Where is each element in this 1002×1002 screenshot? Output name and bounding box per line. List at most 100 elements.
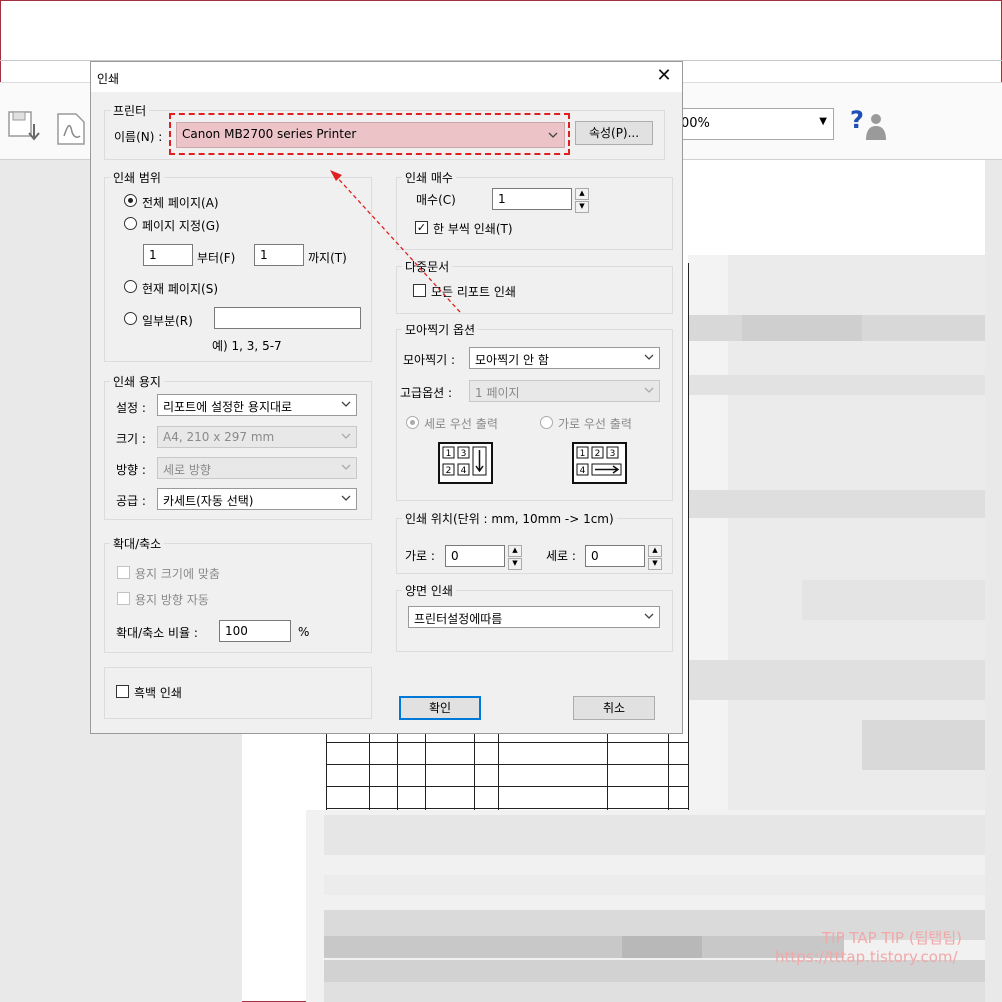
watermark-title: TIP TAP TIP (팁탭팁) — [822, 929, 962, 947]
close-icon[interactable]: ✕ — [653, 65, 675, 87]
cancel-button[interactable]: 취소 — [573, 696, 655, 720]
copies-spinner[interactable]: ▲ ▼ — [575, 188, 589, 213]
annotation-arrow — [330, 170, 461, 313]
advanced-value: 1 페이지 — [475, 386, 520, 400]
advanced-select: 1 페이지 — [469, 380, 660, 402]
mono-label: 흑백 인쇄 — [134, 686, 182, 700]
fit-paper-label: 용지 크기에 맞춤 — [135, 567, 220, 581]
orientation-label: 방향 : — [116, 463, 146, 477]
from-page-value: 1 — [149, 248, 157, 262]
scale-group-label: 확대/축소 — [110, 535, 165, 552]
auto-orient-checkbox[interactable] — [117, 592, 130, 605]
save-icon[interactable] — [8, 110, 40, 144]
nup-select[interactable]: 모아찍기 안 함 — [469, 347, 660, 369]
position-v-value: 0 — [591, 549, 599, 563]
help-glyph: ? — [850, 106, 864, 134]
horizontal-first-layout-icon: 1 2 3 4 — [572, 442, 627, 484]
vertical-first-label: 세로 우선 출력 — [424, 417, 498, 431]
horizontal-first-label: 가로 우선 출력 — [558, 417, 632, 431]
range-example: 예) 1, 3, 5-7 — [212, 339, 282, 353]
scale-ratio-value: 100 — [225, 624, 248, 638]
scale-ratio-unit: % — [298, 625, 310, 639]
position-h-value: 0 — [451, 549, 459, 563]
page-range-label: 페이지 지정(G) — [142, 219, 220, 233]
dialog-title-bar[interactable]: 인쇄 ✕ — [91, 62, 682, 92]
zoom-select[interactable]: 00% ▼ — [676, 108, 834, 140]
paper-setting-select[interactable]: 리포트에 설정한 용지대로 — [157, 394, 357, 416]
all-pages-radio[interactable] — [124, 194, 137, 207]
nup-label: 모아찍기 : — [403, 353, 456, 367]
advanced-label: 고급옵션 : — [400, 386, 453, 400]
paper-size-value: A4, 210 x 297 mm — [163, 430, 275, 444]
partial-label: 일부분(R) — [142, 314, 193, 328]
paper-source-label: 공급 : — [116, 494, 146, 508]
position-group-label: 인쇄 위치(단위 : mm, 10mm -> 1cm) — [402, 510, 617, 527]
scale-ratio-label: 확대/축소 비율 : — [116, 626, 198, 640]
zoom-value: 00% — [681, 116, 710, 131]
copies-count-input[interactable]: 1 — [492, 188, 572, 210]
svg-text:2: 2 — [446, 466, 452, 476]
vertical-first-layout-icon: 1 3 2 4 — [438, 442, 493, 484]
paper-source-value: 카세트(자동 선택) — [163, 494, 254, 508]
to-page-value: 1 — [260, 248, 268, 262]
horizontal-first-radio[interactable] — [540, 416, 553, 429]
chevron-down-icon — [644, 613, 654, 619]
svg-text:1: 1 — [446, 449, 452, 459]
spin-up-icon[interactable]: ▲ — [508, 545, 522, 557]
position-v-spinner[interactable]: ▲ ▼ — [648, 545, 662, 570]
page-range-radio[interactable] — [124, 217, 137, 230]
duplex-select[interactable]: 프린터설정에따름 — [408, 606, 660, 628]
position-h-label: 가로 : — [405, 549, 435, 563]
position-v-label: 세로 : — [546, 549, 576, 563]
paper-setting-value: 리포트에 설정한 용지대로 — [163, 400, 293, 414]
paper-group-label: 인쇄 용지 — [110, 373, 164, 390]
printer-group-label: 프린터 — [110, 102, 150, 119]
chevron-down-icon: ▼ — [819, 116, 827, 127]
spin-down-icon[interactable]: ▼ — [508, 558, 522, 570]
printer-name-label: 이름(N) : — [114, 130, 163, 144]
print-range-group-label: 인쇄 범위 — [110, 169, 164, 186]
current-page-label: 현재 페이지(S) — [142, 282, 218, 296]
scale-ratio-input[interactable]: 100 — [219, 620, 291, 642]
spin-down-icon[interactable]: ▼ — [575, 201, 589, 213]
mono-checkbox[interactable] — [116, 685, 129, 698]
all-pages-label: 전체 페이지(A) — [142, 196, 219, 210]
svg-text:2: 2 — [595, 449, 601, 459]
svg-text:3: 3 — [461, 449, 467, 459]
to-page-input[interactable]: 1 — [254, 244, 304, 266]
current-page-radio[interactable] — [124, 280, 137, 293]
position-h-spinner[interactable]: ▲ ▼ — [508, 545, 522, 570]
position-v-input[interactable]: 0 — [585, 545, 645, 567]
ok-button[interactable]: 확인 — [399, 696, 481, 720]
chevron-down-icon — [341, 464, 351, 470]
fit-paper-checkbox[interactable] — [117, 566, 130, 579]
preview-margin-right — [985, 160, 1002, 1002]
copies-count-value: 1 — [498, 192, 506, 206]
duplex-group-label: 양면 인쇄 — [402, 582, 456, 599]
spin-up-icon[interactable]: ▲ — [575, 188, 589, 200]
partial-radio[interactable] — [124, 312, 137, 325]
chevron-down-icon — [644, 354, 654, 360]
vertical-first-radio[interactable] — [406, 416, 419, 429]
from-label: 부터(F) — [197, 251, 236, 265]
chevron-down-icon — [644, 387, 654, 393]
position-h-input[interactable]: 0 — [445, 545, 505, 567]
spin-up-icon[interactable]: ▲ — [648, 545, 662, 557]
svg-text:3: 3 — [610, 449, 616, 459]
from-page-input[interactable]: 1 — [143, 244, 193, 266]
nup-group-label: 모아찍기 옵션 — [402, 321, 479, 338]
pdf-export-icon[interactable] — [54, 112, 90, 146]
spin-down-icon[interactable]: ▼ — [648, 558, 662, 570]
printer-highlight-box — [169, 113, 570, 155]
paper-source-select[interactable]: 카세트(자동 선택) — [157, 488, 357, 510]
paper-size-label: 크기 : — [116, 432, 146, 446]
orientation-value: 세로 방향 — [163, 463, 211, 477]
help-icon[interactable]: ? — [850, 106, 894, 146]
printer-properties-button[interactable]: 속성(P)... — [575, 121, 653, 145]
svg-text:1: 1 — [580, 449, 586, 459]
chevron-down-icon — [341, 433, 351, 439]
chevron-down-icon — [341, 401, 351, 407]
duplex-value: 프린터설정에따름 — [414, 612, 503, 626]
svg-text:4: 4 — [580, 466, 586, 476]
paper-setting-label: 설정 : — [116, 401, 146, 415]
